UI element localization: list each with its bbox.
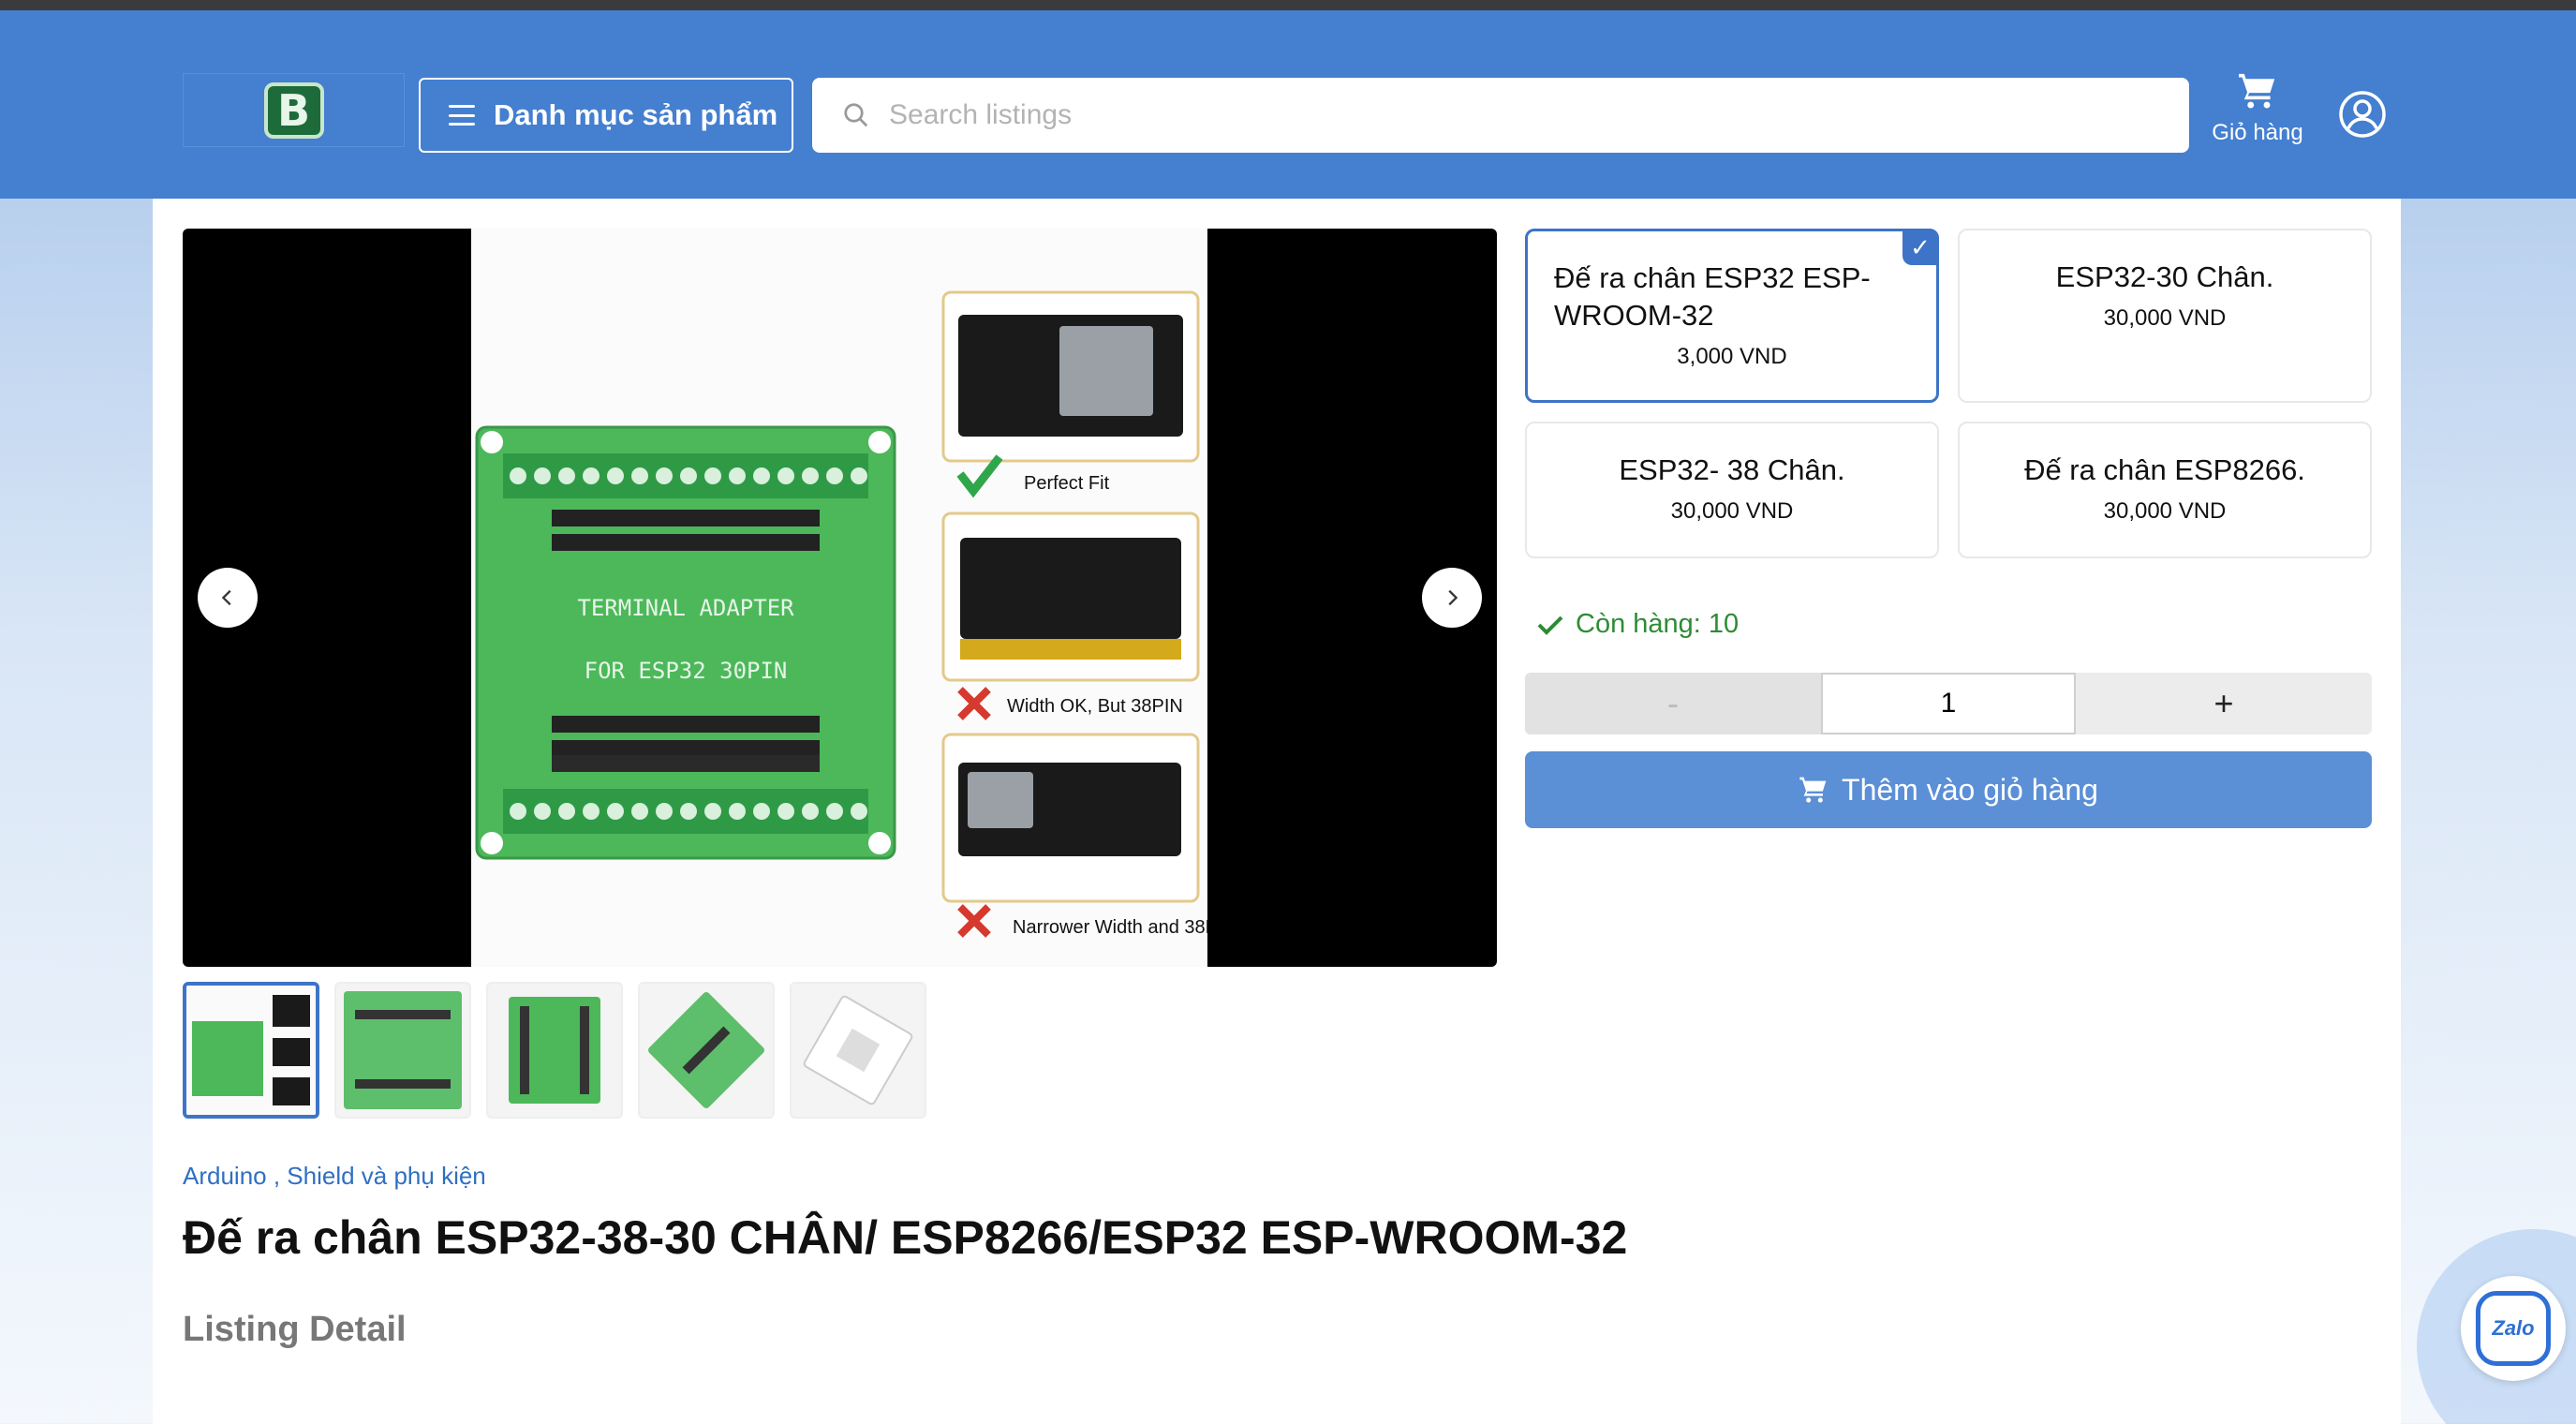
- browser-top-strip: [0, 0, 2576, 10]
- cart-icon: [2239, 73, 2275, 109]
- variant-name: ESP32- 38 Chân.: [1619, 453, 1845, 486]
- variant-option-4[interactable]: Đế ra chân ESP8266. 30,000 VND: [1958, 422, 2372, 558]
- thumbnail-3[interactable]: [486, 982, 623, 1119]
- variant-option-1[interactable]: ✓ Đế ra chân ESP32 ESP-WROOM-32 3,000 VN…: [1525, 229, 1939, 403]
- variant-option-2[interactable]: ESP32-30 Chân. 30,000 VND: [1958, 229, 2372, 403]
- gallery-next-button[interactable]: [1422, 568, 1482, 628]
- quantity-input[interactable]: [1821, 673, 2076, 734]
- site-logo[interactable]: B: [183, 73, 405, 147]
- thumbnail-strip: [183, 982, 926, 1119]
- thumbnail-2[interactable]: [334, 982, 471, 1119]
- chevron-right-icon: [1448, 589, 1458, 606]
- variant-name: Đế ra chân ESP8266.: [2024, 453, 2305, 486]
- search-bar[interactable]: [812, 78, 2189, 153]
- zalo-icon: Zalo: [2476, 1291, 2551, 1366]
- variant-option-3[interactable]: ESP32- 38 Chân. 30,000 VND: [1525, 422, 1939, 558]
- variant-price: 30,000 VND: [1670, 498, 1794, 524]
- selected-check-icon: ✓: [1902, 230, 1938, 265]
- variant-price: 30,000 VND: [2103, 498, 2227, 524]
- svg-text:FOR ESP32 30PIN: FOR ESP32 30PIN: [585, 658, 788, 684]
- thumbnail-5[interactable]: [790, 982, 926, 1119]
- add-to-cart-label: Thêm vào giỏ hàng: [1842, 772, 2098, 807]
- svg-text:Perfect Fit: Perfect Fit: [1024, 473, 1110, 494]
- search-icon: [844, 103, 868, 127]
- product-gallery: TERMINAL ADAPTER FOR ESP32 30PIN Perfect…: [183, 229, 1497, 967]
- cart-button[interactable]: Giỏ hàng: [2201, 72, 2314, 156]
- cart-label: Giỏ hàng: [2212, 120, 2303, 145]
- svg-text:TERMINAL ADAPTER: TERMINAL ADAPTER: [577, 595, 794, 621]
- logo-badge: B: [263, 82, 324, 139]
- svg-text:Width OK, But 38PIN: Width OK, But 38PIN: [1007, 696, 1183, 717]
- variant-options: ✓ Đế ra chân ESP32 ESP-WROOM-32 3,000 VN…: [1525, 229, 2372, 558]
- quantity-stepper: - +: [1525, 673, 2372, 734]
- cart-icon: [1799, 777, 1827, 803]
- checkmark-icon: [1537, 616, 1563, 635]
- quantity-increase-button[interactable]: +: [2076, 673, 2372, 734]
- stock-status: Còn hàng: 10: [1536, 609, 1739, 640]
- variant-price: 30,000 VND: [2103, 305, 2227, 331]
- category-menu-button[interactable]: Danh mục sản phẩm: [419, 78, 793, 153]
- gallery-prev-button[interactable]: [198, 568, 258, 628]
- chevron-left-icon: [221, 589, 231, 606]
- site-header: B Danh mục sản phẩm Giỏ hàng: [0, 10, 2576, 199]
- stock-text: Còn hàng: 10: [1576, 609, 1740, 639]
- esp32-terminal-adapter-image: TERMINAL ADAPTER FOR ESP32 30PIN Perfect…: [471, 229, 1236, 967]
- variant-name: ESP32-30 Chân.: [2055, 260, 2274, 293]
- zalo-chat-button[interactable]: Zalo: [2461, 1276, 2566, 1381]
- variant-price: 3,000 VND: [1677, 344, 1787, 369]
- svg-text:Narrower Width and 38PIN: Narrower Width and 38PIN: [1013, 917, 1207, 938]
- search-input[interactable]: [889, 99, 2107, 131]
- category-breadcrumb[interactable]: Arduino , Shield và phụ kiện: [183, 1162, 486, 1191]
- product-title: Đế ra chân ESP32-38-30 CHÂN/ ESP8266/ESP…: [183, 1211, 1628, 1264]
- product-main-image: TERMINAL ADAPTER FOR ESP32 30PIN Perfect…: [471, 229, 1236, 967]
- listing-detail-heading: Listing Detail: [183, 1310, 407, 1349]
- user-account-icon[interactable]: [2338, 90, 2387, 139]
- quantity-decrease-button[interactable]: -: [1525, 673, 1821, 734]
- hamburger-icon: [449, 105, 475, 126]
- thumbnail-1[interactable]: [183, 982, 319, 1119]
- thumbnail-4[interactable]: [638, 982, 775, 1119]
- category-menu-label: Danh mục sản phẩm: [494, 98, 778, 131]
- variant-name: Đế ra chân ESP32 ESP-WROOM-32: [1554, 261, 1871, 332]
- add-to-cart-button[interactable]: Thêm vào giỏ hàng: [1525, 751, 2372, 828]
